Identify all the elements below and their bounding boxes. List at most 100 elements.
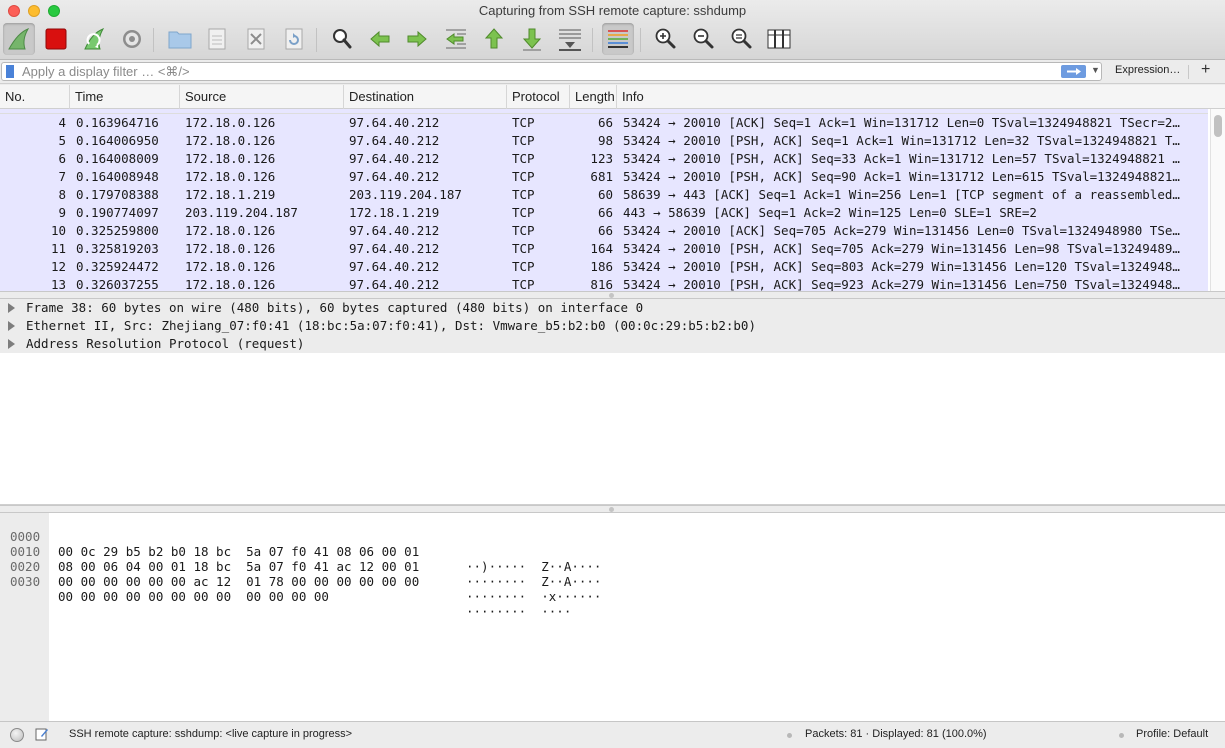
status-separator <box>787 733 792 738</box>
detail-row-frame[interactable]: Frame 38: 60 bytes on wire (480 bits), 6… <box>0 299 1225 317</box>
bytes-row: 0010 08 00 06 04 00 01 18 bc 5a 07 f0 41… <box>0 529 601 589</box>
packet-cell-dst: 97.64.40.212 <box>349 151 440 166</box>
close-document-icon <box>247 28 265 50</box>
packet-details: Frame 38: 60 bytes on wire (480 bits), 6… <box>0 299 1225 505</box>
packet-row[interactable]: 8 0.179708388 172.18.1.219 203.119.204.187 T… <box>0 186 1208 204</box>
open-file-button[interactable] <box>164 23 196 55</box>
packet-cell-no: 7 <box>58 169 66 184</box>
go-forward-button[interactable] <box>401 23 433 55</box>
capture-status-text: SSH remote capture: sshdump: <live captu… <box>69 728 353 740</box>
packet-cell-len: 186 <box>590 259 613 274</box>
go-to-packet-button[interactable] <box>440 23 472 55</box>
start-capture-button[interactable] <box>3 23 35 55</box>
packet-cell-time: 0.163964716 <box>76 115 159 130</box>
packet-list-scrollbar[interactable] <box>1210 109 1225 291</box>
packet-row[interactable]: 6 0.164008009 172.18.0.126 97.64.40.212 TCP 1… <box>0 150 1208 168</box>
go-back-button[interactable] <box>364 23 396 55</box>
auto-scroll-button[interactable] <box>554 23 586 55</box>
zoom-out-button[interactable] <box>687 23 719 55</box>
packet-cell-proto: TCP <box>512 205 535 220</box>
capture-comment-icon[interactable] <box>35 727 49 741</box>
capture-options-button[interactable] <box>116 23 148 55</box>
packet-cell-len: 681 <box>590 169 613 184</box>
column-header-protocol[interactable]: Protocol <box>507 85 570 109</box>
packet-row[interactable]: 10 0.325259800 172.18.0.126 97.64.40.212 TCP… <box>0 222 1208 240</box>
column-header-time[interactable]: Time <box>70 85 180 109</box>
pane-splitter[interactable] <box>0 505 1225 513</box>
packet-cell-no: 8 <box>58 187 66 202</box>
bytes-hex[interactable]: 00 00 00 00 00 00 00 00 00 00 00 00 <box>58 589 329 604</box>
splitter-handle[interactable] <box>609 507 614 512</box>
bytes-row: 0020 00 00 00 00 00 00 ac 12 01 78 00 00… <box>0 544 601 604</box>
column-header-length[interactable]: Length <box>570 85 617 109</box>
normal-size-button[interactable] <box>725 23 757 55</box>
bytes-ascii[interactable]: ··)····· Z··A···· <box>466 559 601 574</box>
packet-cell-dst: 203.119.204.187 <box>349 187 462 202</box>
reload-file-button[interactable] <box>278 23 310 55</box>
packet-cell-dst: 97.64.40.212 <box>349 169 440 184</box>
bytes-ascii[interactable]: ········ ·x······ <box>466 589 601 604</box>
expand-triangle-icon[interactable] <box>8 321 15 331</box>
packet-row[interactable]: 7 0.164008948 172.18.0.126 97.64.40.212 TCP 6… <box>0 168 1208 186</box>
bookmark-icon[interactable] <box>6 65 14 78</box>
packet-cell-no: 4 <box>58 115 66 130</box>
packet-cell-info: 53424 → 20010 [PSH, ACK] Seq=90 Ack=1 Wi… <box>623 169 1180 184</box>
packet-cell-len: 66 <box>597 205 613 220</box>
close-file-button[interactable] <box>240 23 272 55</box>
go-to-first-button[interactable] <box>478 23 510 55</box>
colorize-button[interactable] <box>602 23 634 55</box>
stop-capture-button[interactable] <box>40 23 72 55</box>
shark-fin-icon <box>8 28 30 50</box>
packet-cell-src: 172.18.1.219 <box>185 187 276 202</box>
packet-row[interactable]: 12 0.325924472 172.18.0.126 97.64.40.212 TCP… <box>0 258 1208 276</box>
packet-row[interactable]: 9 0.190774097 203.119.204.187 172.18.1.219 T… <box>0 204 1208 222</box>
packet-row[interactable]: 4 0.163964716 172.18.0.126 97.64.40.212 TCP 6… <box>0 114 1208 132</box>
packet-row[interactable]: 5 0.164006950 172.18.0.126 97.64.40.212 TCP 9… <box>0 132 1208 150</box>
packet-cell-len: 816 <box>590 277 613 291</box>
packet-cell-no: 6 <box>58 151 66 166</box>
expand-triangle-icon[interactable] <box>8 339 15 349</box>
bytes-hex[interactable]: 08 00 06 04 00 01 18 bc 5a 07 f0 41 ac 1… <box>58 559 419 574</box>
packet-cell-proto: TCP <box>512 115 535 130</box>
expression-button[interactable]: Expression… <box>1115 64 1180 76</box>
colorize-lines-icon <box>608 30 628 48</box>
packet-cell-src: 172.18.0.126 <box>185 169 276 184</box>
bytes-hex[interactable]: 00 00 00 00 00 00 ac 12 01 78 00 00 00 0… <box>58 574 419 589</box>
pane-splitter[interactable] <box>0 291 1225 299</box>
find-packet-button[interactable] <box>326 23 358 55</box>
splitter-handle[interactable] <box>609 293 614 298</box>
bytes-hex[interactable]: 00 0c 29 b5 b2 b0 18 bc 5a 07 f0 41 08 0… <box>58 544 419 559</box>
display-filter-input[interactable] <box>22 63 1052 80</box>
status-bar: SSH remote capture: sshdump: <live captu… <box>0 721 1225 748</box>
filter-history-dropdown[interactable]: ▼ <box>1091 65 1100 75</box>
profile-text[interactable]: Profile: Default <box>1136 728 1208 740</box>
status-separator <box>1119 733 1124 738</box>
detail-row-arp[interactable]: Address Resolution Protocol (request) <box>0 335 1225 353</box>
packet-cell-src: 203.119.204.187 <box>185 205 298 220</box>
packet-cell-info: 53424 → 20010 [PSH, ACK] Seq=33 Ack=1 Wi… <box>623 151 1180 166</box>
expert-info-icon[interactable] <box>10 728 24 742</box>
packet-row[interactable]: 13 0.326037255 172.18.0.126 97.64.40.212 TCP… <box>0 276 1208 291</box>
column-header-destination[interactable]: Destination <box>344 85 507 109</box>
restart-capture-button[interactable] <box>78 23 110 55</box>
arrow-down-icon <box>522 28 542 51</box>
save-file-button[interactable] <box>201 23 233 55</box>
column-header-info[interactable]: Info <box>617 85 1210 109</box>
column-header-no[interactable]: No. <box>0 85 70 109</box>
scrollbar-thumb[interactable] <box>1214 115 1222 137</box>
packet-cell-proto: TCP <box>512 151 535 166</box>
zoom-in-button[interactable] <box>649 23 681 55</box>
go-to-last-button[interactable] <box>516 23 548 55</box>
packet-row[interactable]: 11 0.325819203 172.18.0.126 97.64.40.212 TCP… <box>0 240 1208 258</box>
add-filter-button[interactable]: + <box>1201 61 1210 79</box>
detail-row-ethernet[interactable]: Ethernet II, Src: Zhejiang_07:f0:41 (18:… <box>0 317 1225 335</box>
bytes-ascii[interactable]: ········ Z··A···· <box>466 574 601 589</box>
magnifier-icon <box>333 29 352 49</box>
resize-columns-button[interactable] <box>763 23 795 55</box>
bytes-ascii[interactable]: ········ ···· <box>466 604 571 619</box>
apply-filter-button[interactable] <box>1061 65 1086 78</box>
zoom-out-icon <box>693 28 714 49</box>
expand-triangle-icon[interactable] <box>8 303 15 313</box>
gear-icon <box>123 30 141 48</box>
column-header-source[interactable]: Source <box>180 85 344 109</box>
